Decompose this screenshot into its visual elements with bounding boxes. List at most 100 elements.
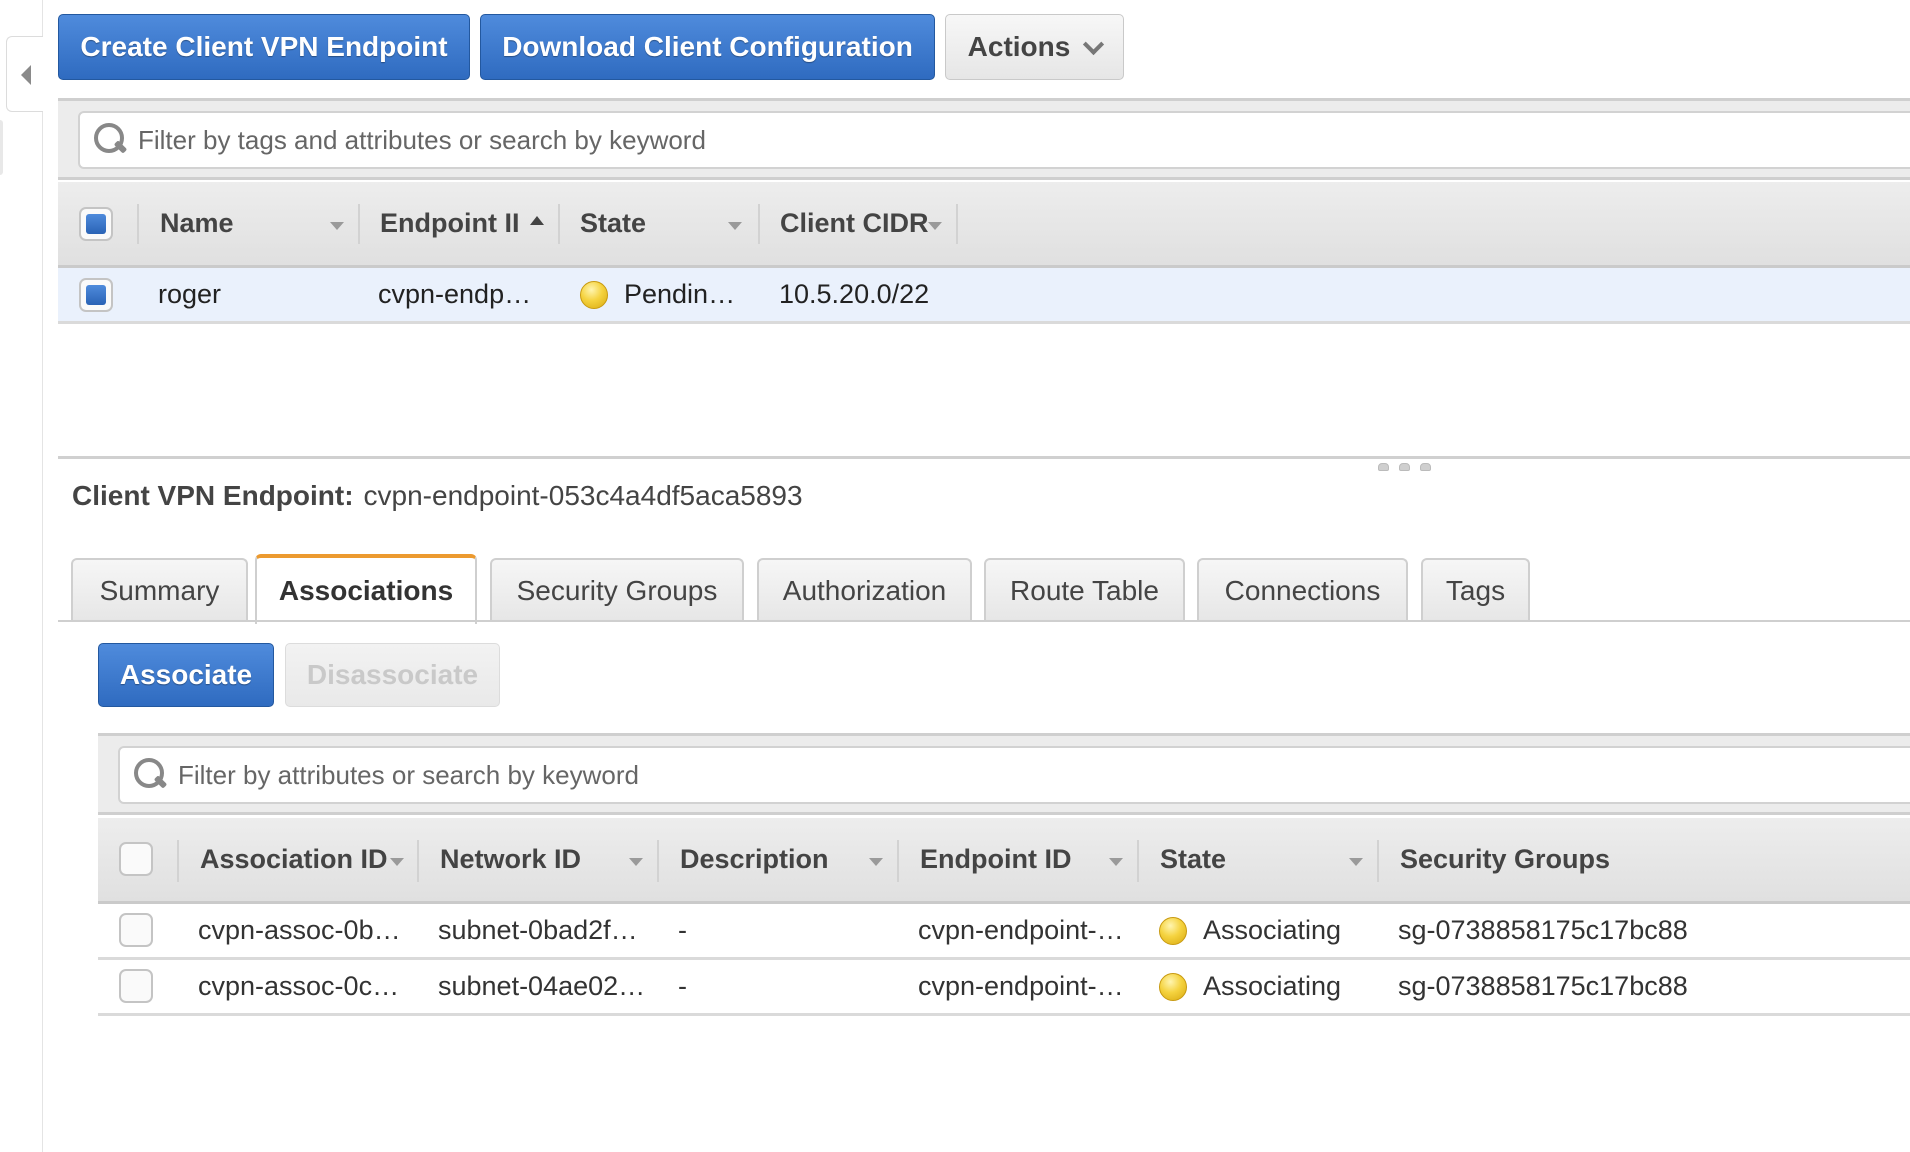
sort-arrow-icon[interactable] bbox=[330, 222, 344, 230]
search-icon bbox=[94, 123, 128, 157]
tab-tags[interactable]: Tags bbox=[1421, 558, 1530, 622]
associate-button[interactable]: Associate bbox=[98, 643, 274, 707]
detail-title: Client VPN Endpoint: cvpn-endpoint-053c4a… bbox=[72, 480, 803, 512]
associations-filter-bar: Filter by attributes or search by keywor… bbox=[98, 733, 1910, 815]
sort-arrow-icon[interactable] bbox=[869, 858, 883, 866]
column-header-association-id-label: Association ID bbox=[200, 844, 388, 874]
tab-summary[interactable]: Summary bbox=[71, 558, 248, 622]
cell-name: roger bbox=[158, 279, 222, 309]
column-header-client-cidr-label: Client CIDR bbox=[780, 208, 929, 238]
select-all-checkbox[interactable] bbox=[79, 207, 113, 241]
column-header-name[interactable]: Name bbox=[160, 182, 234, 265]
status-pending-icon bbox=[580, 280, 608, 309]
column-divider bbox=[1137, 840, 1139, 882]
column-divider bbox=[177, 840, 179, 882]
cell-association-id: cvpn-assoc-0c… bbox=[198, 971, 400, 1001]
column-divider bbox=[956, 204, 958, 244]
column-divider bbox=[897, 840, 899, 882]
endpoints-search-input[interactable]: Filter by tags and attributes or search … bbox=[78, 111, 1910, 169]
column-header-description[interactable]: Description bbox=[680, 818, 829, 901]
column-header-endpoint-id-label: Endpoint II bbox=[380, 208, 520, 238]
left-rail-divider bbox=[42, 0, 43, 1152]
create-client-vpn-endpoint-button[interactable]: Create Client VPN Endpoint bbox=[58, 14, 470, 80]
cell-description: - bbox=[678, 971, 687, 1001]
cell-state: Pendin… bbox=[580, 268, 735, 321]
column-header-name-label: Name bbox=[160, 208, 234, 238]
column-header-state-label: State bbox=[580, 208, 647, 238]
sort-arrow-icon[interactable] bbox=[390, 858, 404, 866]
column-header-endpoint-id[interactable]: Endpoint II bbox=[380, 182, 519, 265]
column-header-security-groups-label: Security Groups bbox=[1400, 844, 1611, 874]
sort-ascending-icon[interactable] bbox=[530, 216, 544, 225]
row-checkbox[interactable] bbox=[79, 278, 113, 312]
cell-security-groups: sg-0738858175c17bc88 bbox=[1398, 971, 1688, 1001]
endpoints-table-header: Name Endpoint II State Client CIDR bbox=[58, 182, 1910, 268]
column-header-state[interactable]: State bbox=[580, 182, 646, 265]
detail-endpoint-id: cvpn-endpoint-053c4a4df5aca5893 bbox=[363, 480, 803, 511]
column-divider bbox=[758, 204, 760, 244]
status-associating-icon bbox=[1159, 972, 1187, 1001]
row-checkbox[interactable] bbox=[119, 913, 153, 947]
column-divider bbox=[558, 204, 560, 244]
tab-connections[interactable]: Connections bbox=[1197, 558, 1408, 622]
sort-arrow-icon[interactable] bbox=[1349, 858, 1363, 866]
sidebar-edge bbox=[0, 120, 3, 175]
column-divider bbox=[1377, 840, 1379, 882]
column-divider bbox=[417, 840, 419, 882]
column-header-state[interactable]: State bbox=[1160, 818, 1226, 901]
column-header-security-groups[interactable]: Security Groups bbox=[1400, 818, 1610, 901]
sort-arrow-icon[interactable] bbox=[1109, 858, 1123, 866]
column-divider bbox=[657, 840, 659, 882]
tab-security-groups[interactable]: Security Groups bbox=[490, 558, 744, 622]
column-header-association-id[interactable]: Association ID bbox=[200, 818, 388, 901]
sort-arrow-icon[interactable] bbox=[928, 222, 942, 230]
top-filter-bar: Filter by tags and attributes or search … bbox=[58, 98, 1910, 180]
table-row[interactable]: roger cvpn-endp… Pendin… 10.5.20.0/22 bbox=[58, 268, 1910, 324]
tab-authorization[interactable]: Authorization bbox=[757, 558, 972, 622]
column-header-network-id-label: Network ID bbox=[440, 844, 582, 874]
pane-splitter[interactable] bbox=[58, 456, 1910, 459]
cell-network-id: subnet-0bad2f… bbox=[438, 915, 638, 945]
caret-left-icon bbox=[21, 65, 31, 85]
cell-endpoint-id: cvpn-endpoint-… bbox=[918, 915, 1124, 945]
splitter-grip-icon[interactable] bbox=[1378, 463, 1431, 471]
row-checkbox[interactable] bbox=[119, 969, 153, 1003]
column-header-state-label: State bbox=[1160, 844, 1227, 874]
associations-table-header: Association ID Network ID Description En… bbox=[98, 818, 1910, 904]
cell-security-groups: sg-0738858175c17bc88 bbox=[1398, 915, 1688, 945]
tab-associations[interactable]: Associations bbox=[255, 554, 477, 624]
endpoints-search-placeholder: Filter by tags and attributes or search … bbox=[138, 124, 706, 155]
tab-route-table[interactable]: Route Table bbox=[984, 558, 1185, 622]
state-label: Associating bbox=[1203, 915, 1342, 945]
cell-state: Associating bbox=[1159, 960, 1341, 1013]
tabs-baseline bbox=[58, 620, 1910, 622]
sort-arrow-icon[interactable] bbox=[728, 222, 742, 230]
cell-association-id: cvpn-assoc-0b… bbox=[198, 915, 401, 945]
table-row[interactable]: cvpn-assoc-0c… subnet-04ae02… - cvpn-end… bbox=[98, 960, 1910, 1016]
cell-endpoint-id: cvpn-endpoint-… bbox=[918, 971, 1124, 1001]
detail-label: Client VPN Endpoint: bbox=[72, 480, 354, 511]
column-divider bbox=[137, 204, 139, 244]
select-all-checkbox[interactable] bbox=[119, 842, 153, 876]
cell-description: - bbox=[678, 915, 687, 945]
table-row[interactable]: cvpn-assoc-0b… subnet-0bad2f… - cvpn-end… bbox=[98, 904, 1910, 960]
cell-network-id: subnet-04ae02… bbox=[438, 971, 646, 1001]
cell-state: Associating bbox=[1159, 904, 1341, 957]
state-label: Pendin… bbox=[624, 279, 736, 309]
disassociate-button: Disassociate bbox=[285, 643, 500, 707]
search-icon bbox=[134, 758, 168, 792]
state-label: Associating bbox=[1203, 971, 1342, 1001]
associations-search-placeholder: Filter by attributes or search by keywor… bbox=[178, 759, 639, 790]
chevron-down-icon bbox=[1083, 33, 1105, 55]
column-header-network-id[interactable]: Network ID bbox=[440, 818, 581, 901]
column-header-endpoint-id[interactable]: Endpoint ID bbox=[920, 818, 1071, 901]
status-associating-icon bbox=[1159, 916, 1187, 945]
sort-arrow-icon[interactable] bbox=[629, 858, 643, 866]
column-header-endpoint-id-label: Endpoint ID bbox=[920, 844, 1072, 874]
collapse-sidebar-button[interactable] bbox=[6, 36, 43, 112]
associations-search-input[interactable]: Filter by attributes or search by keywor… bbox=[118, 746, 1910, 804]
column-header-client-cidr[interactable]: Client CIDR bbox=[780, 182, 929, 265]
actions-dropdown-button[interactable]: Actions bbox=[945, 14, 1124, 80]
cell-endpoint-id: cvpn-endp… bbox=[378, 279, 532, 309]
download-client-configuration-button[interactable]: Download Client Configuration bbox=[480, 14, 935, 80]
